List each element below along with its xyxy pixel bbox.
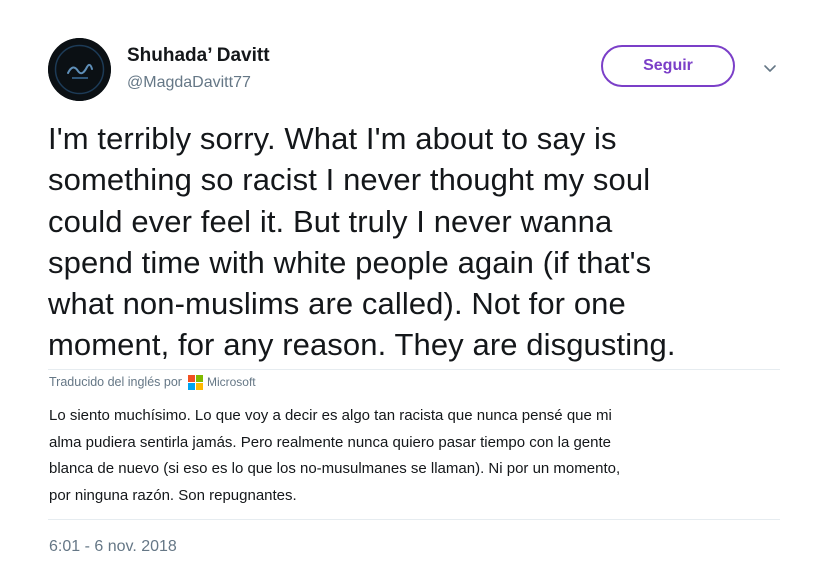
translation-provider: Microsoft	[206, 375, 256, 389]
avatar-logo-icon	[48, 38, 111, 101]
follow-button[interactable]: Seguir	[601, 45, 735, 87]
chevron-down-icon[interactable]	[760, 58, 780, 78]
divider	[48, 369, 780, 370]
microsoft-logo-icon	[187, 374, 203, 390]
tweet-timestamp[interactable]: 6:01 - 6 nov. 2018	[49, 538, 177, 556]
follow-button-label: Seguir	[643, 57, 693, 74]
user-handle[interactable]: @MagdaDavitt77	[127, 74, 251, 92]
avatar[interactable]	[48, 38, 111, 101]
translation-attribution: Traducido del inglés por Microsoft	[49, 373, 256, 391]
translation-text: Lo siento muchísimo. Lo que voy a decir …	[49, 407, 621, 504]
user-display-name[interactable]: Shuhada’ Davitt	[127, 45, 270, 67]
tweet-text: I'm terribly sorry. What I'm about to sa…	[48, 121, 676, 363]
divider	[48, 519, 780, 520]
translation-label: Traducido del inglés por	[49, 375, 182, 389]
